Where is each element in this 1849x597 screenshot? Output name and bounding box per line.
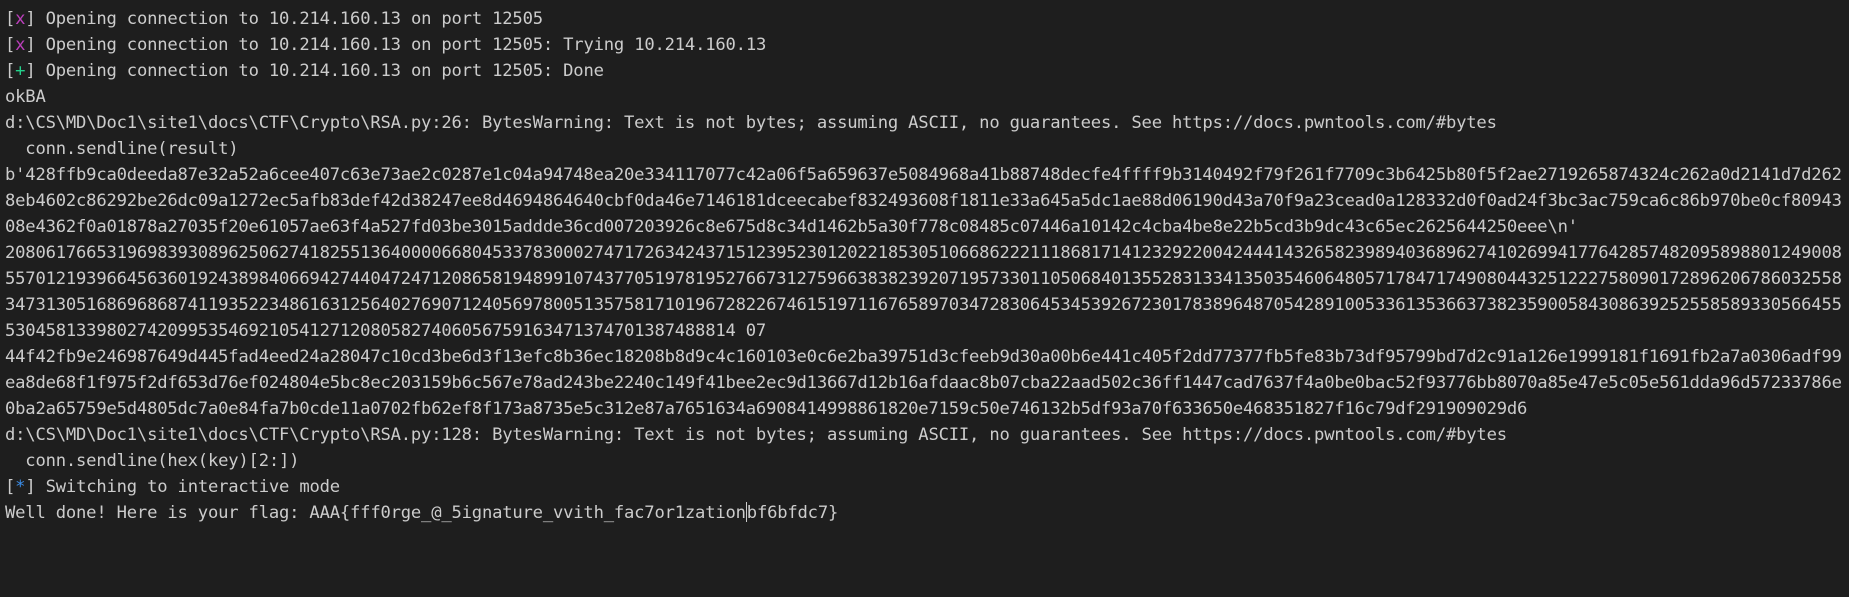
clipped-top-line [5,0,307,2]
code-line: conn.sendline(hex(key)[2:]) [5,451,300,471]
bracket: ] [25,477,36,497]
terminal-line: [x] Opening connection to 10.214.160.13 … [5,6,1847,32]
terminal-line: [*] Switching to interactive mode [5,474,1847,500]
bracket: ] [25,35,36,55]
flag-line: Well done! Here is your flag: AAA{fff0rg… [5,500,1847,526]
bracket: ] [25,61,36,81]
status-mark: + [15,61,26,81]
decimal-number-output: 2080617665319698393089625062741825513640… [5,243,1842,341]
line-text: Opening connection to 10.214.160.13 on p… [45,9,543,29]
status-mark: x [15,35,26,55]
bracket: [ [5,477,16,497]
status-mark: x [15,9,26,29]
line-text: Switching to interactive mode [45,477,340,497]
bracket: [ [5,35,16,55]
line-text: Opening connection to 10.214.160.13 on p… [45,61,604,81]
bracket: ] [25,9,36,29]
terminal-output[interactable]: [x] Opening connection to 10.214.160.13 … [0,0,1849,597]
terminal-lines: [x] Opening connection to 10.214.160.13 … [5,6,1847,526]
terminal-line: [x] Opening connection to 10.214.160.13 … [5,32,1847,58]
warning-line: d:\CS\MD\Doc1\site1\docs\CTF\Crypto\RSA.… [5,113,1497,133]
line-text: Opening connection to 10.214.160.13 on p… [45,35,767,55]
terminal-line: [+] Opening connection to 10.214.160.13 … [5,58,1847,84]
bracket: [ [5,61,16,81]
status-mark: * [15,477,26,497]
hex-bytes-output: b'428ffb9ca0deeda87e32a52a6cee407c63e73a… [5,165,1842,237]
clipped-text [5,0,307,3]
flag-text-before-cursor: Well done! Here is your flag: AAA{fff0rg… [5,503,746,523]
hex-key-output: 44f42fb9e246987649d445fad4eed24a28047c10… [5,347,1842,419]
flag-text-after-cursor: bf6bfdc7} [746,503,839,523]
code-line: conn.sendline(result) [5,139,239,159]
terminal-line: okBA [5,87,46,107]
bracket: [ [5,9,16,29]
warning-line: d:\CS\MD\Doc1\site1\docs\CTF\Crypto\RSA.… [5,425,1507,445]
